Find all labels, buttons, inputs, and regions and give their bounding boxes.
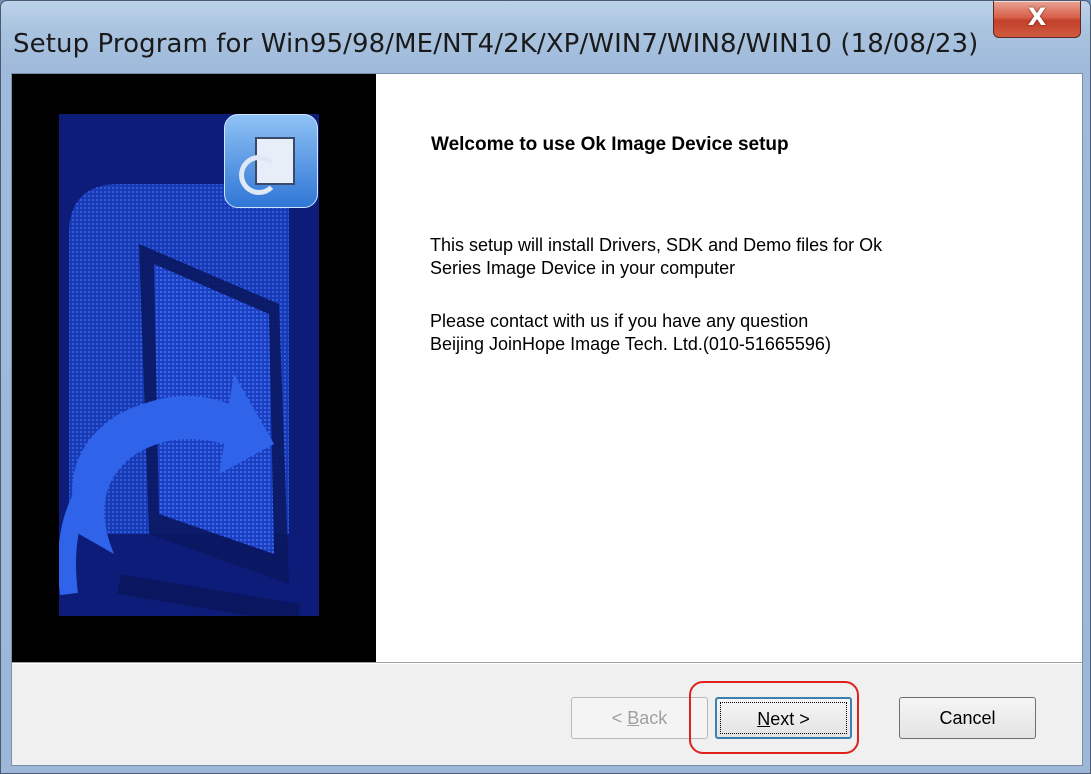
back-mnemonic: B — [627, 708, 640, 728]
back-rest: ack — [639, 708, 668, 728]
contact-info: Please contact with us if you have any q… — [430, 310, 1030, 356]
banner-image — [59, 114, 319, 616]
computer-install-icon — [224, 114, 318, 208]
close-icon: X — [1027, 3, 1047, 31]
divider — [12, 662, 1082, 664]
cancel-button[interactable]: Cancel — [899, 697, 1036, 739]
description-line-2: Series Image Device in your computer — [430, 258, 736, 278]
install-description: This setup will install Drivers, SDK and… — [430, 234, 1030, 280]
window-title: Setup Program for Win95/98/ME/NT4/2K/XP/… — [13, 29, 979, 59]
title-bar[interactable]: Setup Program for Win95/98/ME/NT4/2K/XP/… — [1, 1, 1090, 73]
close-button[interactable]: X — [993, 1, 1081, 38]
back-prefix: < — [611, 708, 628, 728]
wizard-body: Welcome to use Ok Image Device setup Thi… — [11, 73, 1083, 766]
contact-line-1: Please contact with us if you have any q… — [430, 311, 809, 331]
welcome-heading: Welcome to use Ok Image Device setup — [431, 134, 789, 155]
next-highlight-annotation — [689, 681, 859, 754]
welcome-panel: Welcome to use Ok Image Device setup Thi… — [376, 74, 1082, 662]
setup-window: Setup Program for Win95/98/ME/NT4/2K/XP/… — [0, 0, 1091, 774]
description-line-1: This setup will install Drivers, SDK and… — [430, 235, 883, 255]
back-button[interactable]: < Back — [571, 697, 708, 739]
side-banner — [12, 74, 376, 662]
contact-line-2: Beijing JoinHope Image Tech. Ltd.(010-51… — [430, 334, 831, 354]
